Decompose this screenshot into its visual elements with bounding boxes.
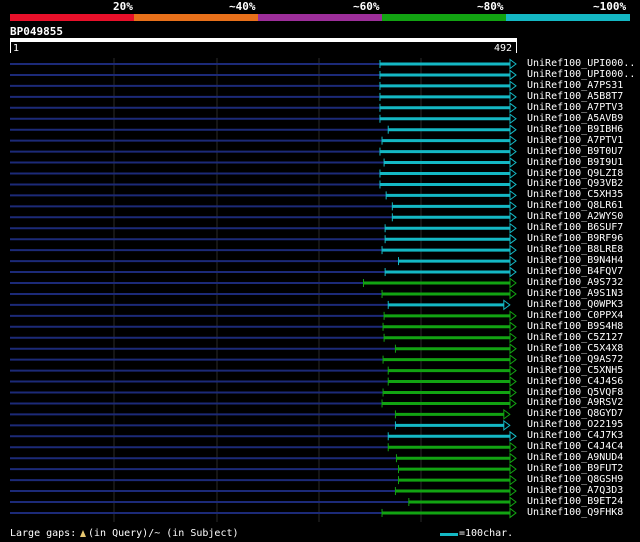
hit-arrow-icon bbox=[509, 146, 517, 158]
hit-label[interactable]: UniRef100_Q93VB2 bbox=[527, 178, 623, 189]
hit-arrow-icon bbox=[509, 91, 517, 103]
hit-label[interactable]: UniRef100_C5X4X8 bbox=[527, 343, 623, 354]
hit-label[interactable]: UniRef100_A9S1N3 bbox=[527, 288, 623, 299]
hit-label[interactable]: UniRef100_A2WYS0 bbox=[527, 211, 623, 222]
hit-arrow-icon bbox=[509, 69, 517, 81]
hit-label[interactable]: UniRef100_C4J7K3 bbox=[527, 430, 623, 441]
hit-label[interactable]: UniRef100_A7PS31 bbox=[527, 80, 623, 91]
hit-label[interactable]: UniRef100_B8LRE8 bbox=[527, 244, 623, 255]
hit-label[interactable]: UniRef100_B9I9U1 bbox=[527, 157, 623, 168]
hit-arrow-icon bbox=[509, 80, 517, 92]
hit-arrow-icon bbox=[509, 441, 517, 453]
hit-arrow-icon bbox=[509, 102, 517, 114]
hit-arrow-icon bbox=[509, 266, 517, 278]
hit-label[interactable]: UniRef100_B9N4H4 bbox=[527, 255, 623, 266]
hit-arrow-icon bbox=[509, 485, 517, 497]
hit-label[interactable]: UniRef100_Q8GYD7 bbox=[527, 408, 623, 419]
hit-label[interactable]: UniRef100_A5B8T7 bbox=[527, 91, 623, 102]
hit-arrow-icon bbox=[509, 277, 517, 289]
hit-label[interactable]: UniRef100_B9FUT2 bbox=[527, 463, 623, 474]
hit-label[interactable]: UniRef100_B9T0U7 bbox=[527, 146, 623, 157]
hit-label[interactable]: UniRef100_A7PTV1 bbox=[527, 135, 623, 146]
hit-label[interactable]: UniRef100_UPI000.. bbox=[527, 58, 635, 69]
hit-arrow-icon bbox=[509, 387, 517, 398]
hit-label[interactable]: UniRef100_C5Z127 bbox=[527, 332, 623, 343]
hit-label[interactable]: UniRef100_B4FQV7 bbox=[527, 266, 623, 277]
hit-label[interactable]: UniRef100_O22195 bbox=[527, 419, 623, 430]
hit-label[interactable]: UniRef100_C5XNH5 bbox=[527, 365, 623, 376]
gap-marker-icon bbox=[80, 530, 86, 537]
hit-arrow-icon bbox=[509, 189, 517, 201]
hit-label[interactable]: UniRef100_Q9FHK8 bbox=[527, 507, 623, 518]
hit-label[interactable]: UniRef100_B9ET24 bbox=[527, 496, 623, 507]
hit-arrow-icon bbox=[509, 332, 517, 344]
hit-label[interactable]: UniRef100_C4J4S6 bbox=[527, 376, 623, 387]
hit-arrow-icon bbox=[509, 135, 517, 147]
hit-arrow-icon bbox=[509, 365, 517, 377]
hit-label[interactable]: UniRef100_B6SUF7 bbox=[527, 222, 623, 233]
hit-arrow-icon bbox=[503, 419, 511, 431]
hit-arrow-icon bbox=[509, 507, 517, 519]
hit-arrow-icon bbox=[509, 222, 517, 234]
hit-label[interactable]: UniRef100_UPI000.. bbox=[527, 69, 635, 80]
hit-arrow-icon bbox=[509, 58, 517, 70]
hit-arrow-icon bbox=[509, 452, 517, 464]
scale-label: =100char. bbox=[459, 528, 514, 539]
hit-arrow-icon bbox=[503, 408, 511, 420]
large-gaps-label: Large gaps: bbox=[10, 528, 77, 539]
hit-arrow-icon bbox=[509, 397, 517, 409]
hit-arrow-icon bbox=[509, 496, 517, 508]
hit-arrow-icon bbox=[509, 376, 517, 388]
hit-arrow-icon bbox=[509, 113, 517, 125]
scale-bar bbox=[440, 533, 458, 536]
hit-arrow-icon bbox=[509, 310, 517, 322]
hit-label[interactable]: UniRef100_C4J4C4 bbox=[527, 441, 623, 452]
hit-label[interactable]: UniRef100_Q9LZI8 bbox=[527, 168, 623, 179]
hit-label[interactable]: UniRef100_A9S732 bbox=[527, 277, 623, 288]
hit-arrow-icon bbox=[503, 299, 511, 311]
hit-arrow-icon bbox=[509, 168, 517, 179]
hit-label[interactable]: UniRef100_B9RF96 bbox=[527, 233, 623, 244]
hit-label[interactable]: UniRef100_A5AVB9 bbox=[527, 113, 623, 124]
hit-arrow-icon bbox=[509, 124, 517, 136]
hit-label[interactable]: UniRef100_Q9AS72 bbox=[527, 354, 623, 365]
hit-arrow-icon bbox=[509, 430, 517, 442]
hit-arrow-icon bbox=[509, 288, 517, 300]
hit-label[interactable]: UniRef100_A7Q3D3 bbox=[527, 485, 623, 496]
hit-arrow-icon bbox=[509, 321, 517, 333]
hit-label[interactable]: UniRef100_B9IBH6 bbox=[527, 124, 623, 135]
hit-arrow-icon bbox=[509, 354, 517, 366]
hit-arrow-icon bbox=[509, 211, 517, 223]
gap-legend-text: (in Query)/~ (in Subject) bbox=[88, 528, 239, 539]
hit-label[interactable]: UniRef100_Q8GSH9 bbox=[527, 474, 623, 485]
hit-arrow-icon bbox=[509, 474, 517, 486]
hit-arrow-icon bbox=[509, 343, 517, 355]
hit-arrow-icon bbox=[509, 178, 517, 190]
hit-label[interactable]: UniRef100_C0PPX4 bbox=[527, 310, 623, 321]
hit-label[interactable]: UniRef100_A9RSV2 bbox=[527, 397, 623, 408]
hit-label[interactable]: UniRef100_A9NUD4 bbox=[527, 452, 623, 463]
hit-label[interactable]: UniRef100_C5XH35 bbox=[527, 189, 623, 200]
hit-arrow-icon bbox=[509, 463, 517, 475]
hit-label[interactable]: UniRef100_Q0WPK3 bbox=[527, 299, 623, 310]
hit-label[interactable]: UniRef100_Q8LR61 bbox=[527, 200, 623, 211]
hit-arrow-icon bbox=[509, 200, 517, 212]
hit-label[interactable]: UniRef100_A7PTV3 bbox=[527, 102, 623, 113]
hit-label[interactable]: UniRef100_B9S4H8 bbox=[527, 321, 623, 332]
hit-arrow-icon bbox=[509, 244, 517, 256]
hit-arrow-icon bbox=[509, 255, 517, 267]
hit-arrow-icon bbox=[509, 233, 517, 245]
hit-arrow-icon bbox=[509, 157, 517, 169]
hit-label[interactable]: UniRef100_Q5VQF8 bbox=[527, 387, 623, 398]
